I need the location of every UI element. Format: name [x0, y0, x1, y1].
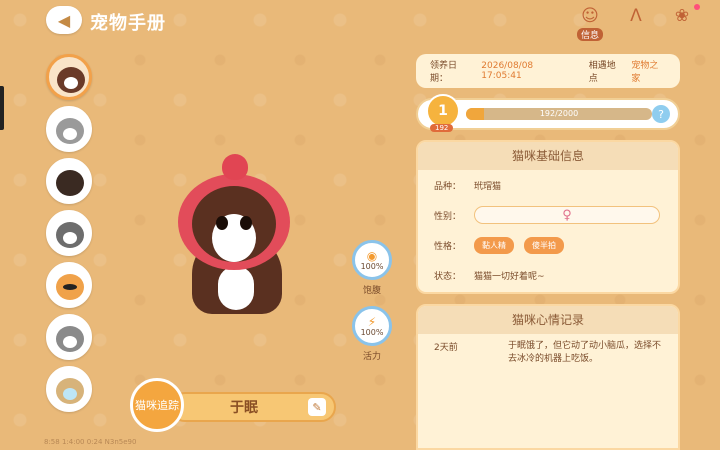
page-title: 宠物手册	[90, 13, 166, 34]
xp-text: 192/2000	[539, 109, 579, 118]
cat-tracking-label: 猫咪追踪	[135, 398, 179, 412]
mood-entry-date: 2天前	[434, 343, 458, 353]
trait-badge: 傻半拍	[524, 236, 564, 254]
mood-entry-text: 于眠饿了，但它动了动小脑瓜，选择不去冰冷的机器上吃饭。	[508, 341, 662, 364]
cat-basic-info-panel: 猫咪基础信息 品种： 玳瑁猫 性别： ♀ 性格： 黏人精 傻半拍 状态： 猫猫一…	[416, 140, 680, 294]
gender-label: 性别：	[434, 211, 462, 222]
avatar-face	[63, 232, 77, 244]
gender-row: 性别： ♀	[418, 200, 678, 230]
meet-place-value: 宠物之家	[631, 61, 659, 84]
mood-log-title: 猫咪心情记录	[418, 306, 678, 334]
pencil-icon: ✎	[312, 400, 322, 414]
status-value: 猫猫一切好着呢~	[474, 271, 545, 282]
status-label: 状态：	[434, 271, 462, 282]
cat-tracking-button[interactable]: 猫咪追踪	[130, 378, 184, 432]
meet-place-label: 相遇地点	[588, 61, 616, 84]
sunglasses	[63, 284, 77, 290]
top-nav: ☺ 信息 Λ ❀	[576, 4, 700, 41]
pet-name: 于眠	[230, 400, 258, 416]
status-row: 状态： 猫猫一切好着呢~	[418, 260, 678, 290]
stat-energy[interactable]: ⚡ 100% 活力	[352, 306, 392, 362]
edge-handle	[0, 86, 4, 130]
avatar-owl[interactable]	[46, 366, 92, 412]
help-button[interactable]: ?	[652, 105, 670, 123]
notification-dot	[694, 4, 700, 10]
gender-field: ♀	[474, 206, 660, 224]
personality-label: 性格：	[434, 241, 462, 252]
dog-avatar-icon	[56, 170, 84, 196]
avatar-cat-gray-white[interactable]	[46, 210, 92, 256]
avatar-face	[63, 388, 77, 400]
adopt-date-label: 领养日期：	[430, 61, 458, 84]
female-icon: ♀	[562, 207, 572, 223]
stomach-icon: ◉	[366, 249, 378, 263]
avatar-face	[63, 336, 77, 348]
pet-eye-left	[216, 216, 228, 230]
energy-value: 100%	[360, 328, 384, 337]
back-button[interactable]: ◀	[46, 6, 82, 34]
edit-name-button[interactable]: ✎	[308, 398, 326, 416]
pet-eye-right	[240, 216, 252, 230]
info-tab-label: 信息	[576, 28, 603, 41]
avatar-dog-husky[interactable]	[46, 314, 92, 360]
adopt-date-value: 2026/08/08 17:05:41	[481, 61, 534, 81]
level-value: 1	[438, 103, 448, 119]
avatar-dog-dark[interactable]	[46, 158, 92, 204]
adoption-info: 领养日期： 2026/08/08 17:05:41 相遇地点 宠物之家	[416, 54, 680, 88]
fullness-ring: ◉ 100%	[352, 240, 392, 280]
level-sub-value: 192	[430, 124, 454, 132]
pet-chest	[218, 266, 254, 310]
breed-row: 品种： 玳瑁猫	[418, 170, 678, 200]
info-tab[interactable]: ☺ 信息	[576, 6, 604, 41]
chevron-left-icon: ◀	[57, 10, 71, 30]
level-badge: 1	[426, 94, 460, 128]
sign-icon: Λ	[630, 6, 642, 26]
avatar-face	[64, 77, 78, 89]
avatar-cat-orange-sunglasses[interactable]	[46, 262, 92, 308]
fullness-value: 100%	[360, 262, 384, 271]
trait-badge: 黏人精	[474, 236, 514, 254]
footer-meta: 8:58 1:4:00 0:24 N3n5e90	[44, 438, 137, 446]
avatar-cat-gray-tabby[interactable]	[46, 106, 92, 152]
stat-fullness[interactable]: ◉ 100% 饱腹	[352, 240, 392, 296]
breed-label: 品种：	[434, 181, 462, 192]
fullness-label: 饱腹	[362, 286, 381, 296]
bow-tab[interactable]: ❀	[668, 4, 700, 40]
pet-avatar-list	[46, 54, 94, 418]
question-icon: ?	[658, 107, 664, 121]
breed-value: 玳瑁猫	[474, 181, 502, 192]
level-panel: 1 192 192/2000 ?	[416, 94, 680, 132]
pet-name-bar: 于眠 ✎	[170, 392, 336, 422]
avatar-cat-brown-strawberry[interactable]	[46, 54, 92, 100]
basic-info-title: 猫咪基础信息	[418, 142, 678, 170]
energy-ring: ⚡ 100%	[352, 306, 392, 346]
cat-mood-log-panel: 猫咪心情记录 2天前 于眠饿了，但它动了动小脑瓜，选择不去冰冷的机器上吃饭。	[416, 304, 680, 450]
sign-tab[interactable]: Λ	[622, 6, 650, 40]
avatar-face	[63, 128, 77, 140]
pet-illustration[interactable]	[178, 154, 296, 318]
lightning-icon: ⚡	[367, 315, 377, 329]
strawberry-icon	[222, 154, 248, 180]
mood-entry: 2天前 于眠饿了，但它动了动小脑瓜，选择不去冰冷的机器上吃饭。	[418, 334, 678, 372]
cat-info-icon: ☺	[581, 6, 599, 26]
personality-row: 性格： 黏人精 傻半拍	[418, 230, 678, 260]
energy-label: 活力	[362, 352, 381, 362]
bow-icon: ❀	[674, 6, 690, 26]
